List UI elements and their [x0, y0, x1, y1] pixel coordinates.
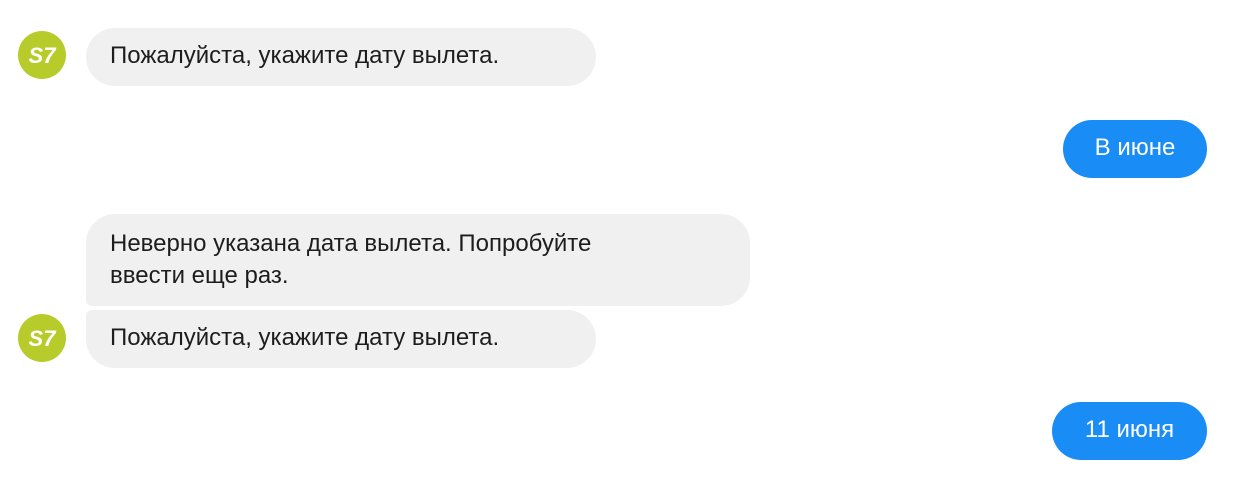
s7-logo-icon: S7 — [29, 43, 58, 68]
s7-logo-avatar: S7 — [18, 31, 66, 79]
svg-text:S7: S7 — [29, 43, 58, 68]
svg-text:S7: S7 — [29, 326, 58, 351]
bot-message: Неверно указана дата вылета. Попробуйте … — [86, 214, 750, 306]
user-message: 11 июня — [1052, 402, 1207, 460]
message-text: В июне — [1094, 134, 1176, 161]
user-message: В июне — [1063, 120, 1207, 178]
message-text: Пожалуйста, укажите дату вылета. — [110, 324, 500, 351]
message-text: Пожалуйста, укажите дату вылета. — [110, 42, 500, 69]
s7-logo-avatar: S7 — [18, 314, 66, 362]
message-text-line: ввести еще раз. — [110, 262, 289, 289]
bot-message: Пожалуйста, укажите дату вылета. — [86, 310, 596, 368]
message-text-line: Неверно указана дата вылета. Попробуйте — [110, 230, 592, 257]
message-text: 11 июня — [1084, 416, 1175, 443]
s7-logo-icon: S7 — [29, 326, 58, 351]
bot-message: Пожалуйста, укажите дату вылета. — [86, 28, 596, 86]
